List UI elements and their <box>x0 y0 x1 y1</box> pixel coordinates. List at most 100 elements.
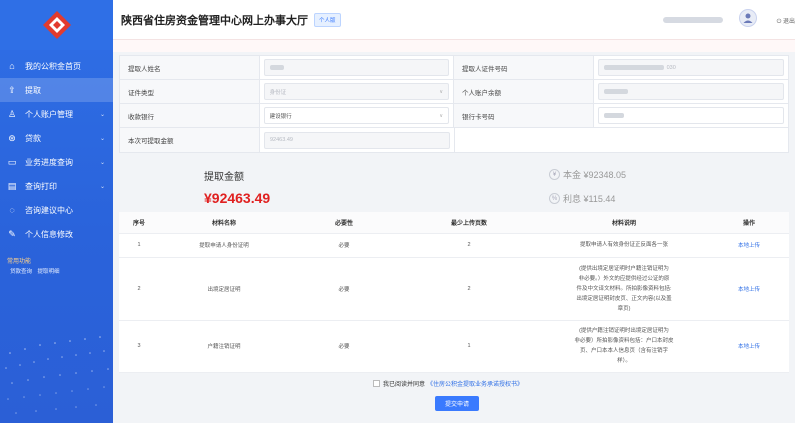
bank-cell: 建设银行 ∨ <box>260 104 455 127</box>
name-field <box>263 59 450 76</box>
amount-value: ¥92463.49 <box>204 190 271 206</box>
row-name: 出境定居证明 <box>159 257 289 321</box>
avatar[interactable] <box>739 9 757 27</box>
masked-id <box>603 65 664 70</box>
sidebar-item-label: 查询打印 <box>25 181 57 191</box>
masked-name <box>269 65 284 70</box>
available-field: 92463.49 <box>264 131 450 149</box>
sidebar-item-label: 业务进度查询 <box>25 157 73 167</box>
common-link-withdraw-detail[interactable]: 提取明细 <box>38 269 60 275</box>
upload-button[interactable]: 本地上传 <box>709 320 789 373</box>
available-label: 本次可提取金额 <box>120 128 260 152</box>
agreement-row: 我已阅读并同意 《住房公积金提取业务承诺授权书》 <box>373 379 523 388</box>
sidebar-item-loan[interactable]: ⊛ 贷款 ⌄ <box>0 126 113 150</box>
progress-icon: ▭ <box>7 156 17 167</box>
row-no: 2 <box>119 257 159 321</box>
withdraw-info-form: 提取人姓名 提取人证件号码 030 证件类型 身份证 ∨ 个人账户余额 收款银行 … <box>119 55 789 153</box>
sidebar-item-consult[interactable]: ◌ 咨询建议中心 <box>0 198 113 222</box>
upload-icon: ⇪ <box>8 84 16 95</box>
sidebar-item-withdraw[interactable]: ⇪ 提取 <box>0 78 113 102</box>
common-link-loan-query[interactable]: 贷款查询 <box>10 269 32 275</box>
table-row: 3 户籍注销证明 必要 1 (提供户籍注销证明时出境定居证明为 非必要）所拍影像… <box>119 320 789 373</box>
interest-icon: % <box>549 193 560 204</box>
col-header-required: 必要性 <box>289 212 399 234</box>
row-desc: 提取申请人有效身份证正反面各一张 <box>539 233 709 258</box>
form-row: 证件类型 身份证 ∨ 个人账户余额 <box>120 80 788 104</box>
upload-button[interactable]: 本地上传 <box>709 233 789 258</box>
row-pages: 1 <box>399 320 539 373</box>
balance-label: 个人账户余额 <box>454 80 594 103</box>
edit-icon: ✎ <box>8 228 16 239</box>
masked-balance <box>603 89 628 94</box>
desc-line: 样）。 <box>617 358 631 364</box>
sidebar-item-label: 贷款 <box>25 133 41 143</box>
row-desc: (提供出境定居证明时户籍注销证明为 非必要。）外文的应提供经过公证的原 件及中文… <box>539 257 709 321</box>
interest-info: % 利息 ¥115.44 <box>549 192 615 205</box>
desc-line: 非必要。）外文的应提供经过公证的原 <box>578 275 670 282</box>
chevron-down-icon: ⌄ <box>99 159 105 166</box>
row-name: 提取申请人身份证明 <box>159 233 289 258</box>
balance-cell <box>594 80 788 103</box>
sidebar: ⌂ 我的公积金首页 ⇪ 提取 ♙ 个人账户管理 ⌄ ⊛ 贷款 ⌄ ▭ 业务进度查… <box>0 0 113 423</box>
coin-icon: ⊛ <box>8 132 16 143</box>
id-type-cell: 身份证 ∨ <box>260 80 455 103</box>
chevron-down-icon: ⌄ <box>99 183 105 190</box>
row-no: 3 <box>119 320 159 373</box>
row-required: 必要 <box>289 233 399 258</box>
materials-table: 序号 材料名称 必要性 最少上传页数 材料说明 操作 1 提取申请人身份证明 必… <box>119 212 789 373</box>
card-cell <box>594 104 788 127</box>
id-no-label: 提取人证件号码 <box>454 56 594 79</box>
card-input[interactable] <box>597 107 785 124</box>
sidebar-item-profile[interactable]: ✎ 个人信息修改 <box>0 222 113 246</box>
sidebar-item-home[interactable]: ⌂ 我的公积金首页 <box>0 54 113 78</box>
principal-info: ¥ 本金 ¥92348.05 <box>549 168 626 181</box>
bank-label: 收款银行 <box>120 104 260 127</box>
logo-area <box>0 0 113 50</box>
col-header-pages: 最少上传页数 <box>399 212 539 234</box>
desc-line: (提供出境定居证明时户籍注销证明为 <box>579 265 669 272</box>
logout-link[interactable]: ⏻ 退出 <box>777 16 795 26</box>
sidebar-item-label: 提取 <box>25 85 41 95</box>
sidebar-item-progress[interactable]: ▭ 业务进度查询 ⌄ <box>0 150 113 174</box>
user-icon: ♙ <box>7 108 17 119</box>
chevron-down-icon: ⌄ <box>99 135 105 142</box>
form-row: 收款银行 建设银行 ∨ 银行卡号码 <box>120 104 788 128</box>
agreement-prefix: 我已阅读并同意 <box>383 382 426 388</box>
agreement-link[interactable]: 《住房公积金提取业务承诺授权书》 <box>427 379 523 388</box>
id-type-select[interactable]: 身份证 ∨ <box>263 83 450 100</box>
sidebar-item-label: 个人信息修改 <box>25 229 73 239</box>
sidebar-item-print[interactable]: ▤ 查询打印 ⌄ <box>0 174 113 198</box>
principal-text: 本金 ¥92348.05 <box>563 170 627 180</box>
common-links: 贷款查询 提取明细 <box>10 267 113 275</box>
interest-text: 利息 ¥115.44 <box>563 194 616 204</box>
sidebar-item-label: 咨询建议中心 <box>25 205 73 215</box>
sidebar-item-account[interactable]: ♙ 个人账户管理 ⌄ <box>0 102 113 126</box>
chevron-down-icon: ∨ <box>439 112 444 119</box>
id-no-field: 030 <box>597 59 785 76</box>
card-label: 银行卡号码 <box>454 104 594 127</box>
common-functions-title: 常用功能 <box>7 259 32 265</box>
masked-card <box>603 113 624 118</box>
row-required: 必要 <box>289 257 399 321</box>
bank-select[interactable]: 建设银行 ∨ <box>263 107 450 124</box>
id-no-cell: 030 <box>594 56 788 79</box>
upload-button[interactable]: 本地上传 <box>709 257 789 321</box>
desc-line: 章页) <box>617 305 631 312</box>
id-type-value: 身份证 <box>269 89 287 96</box>
row-pages: 2 <box>399 233 539 258</box>
decorative-dots <box>5 336 109 414</box>
col-header-name: 材料名称 <box>159 212 289 234</box>
desc-line: 页、户口本本人信息页（含有注销字 <box>579 348 668 354</box>
row-desc: (提供户籍注销证明时出境定居证明为 非必要）所拍影像资料包括：户口本封皮 页、户… <box>539 320 709 373</box>
chevron-down-icon: ⌄ <box>99 111 105 118</box>
empty-cell <box>455 128 788 152</box>
row-no: 1 <box>119 233 159 258</box>
desc-line: 非必要）所拍影像资料包括：户口本封皮 <box>574 338 674 344</box>
table-header-row: 序号 材料名称 必要性 最少上传页数 材料说明 操作 <box>119 212 789 234</box>
agreement-checkbox[interactable] <box>373 380 380 387</box>
chevron-down-icon: ∨ <box>439 88 444 95</box>
submit-button[interactable]: 提交申请 <box>435 396 479 411</box>
bank-value: 建设银行 <box>269 113 292 120</box>
col-header-desc: 材料说明 <box>539 212 709 234</box>
col-header-op: 操作 <box>709 212 789 234</box>
